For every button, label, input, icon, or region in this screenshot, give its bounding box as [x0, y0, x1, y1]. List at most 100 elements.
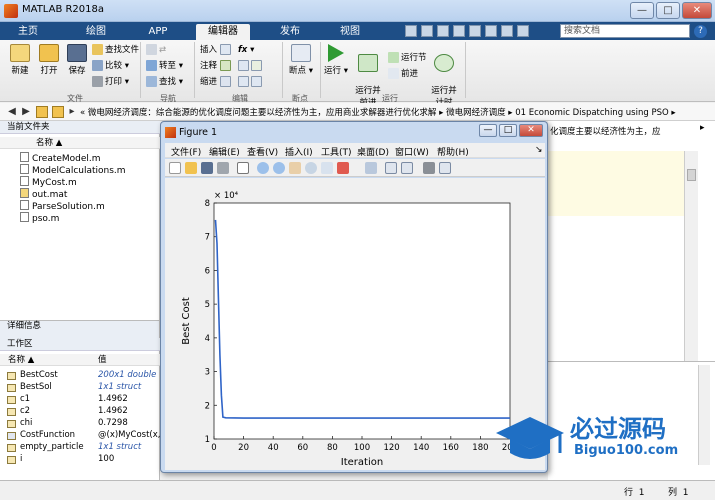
- plot-axes[interactable]: [213, 202, 511, 440]
- file-item[interactable]: CreateModel.m: [20, 152, 101, 164]
- tab-home[interactable]: 主页: [8, 24, 48, 40]
- workspace-row[interactable]: c1 1.4962: [0, 394, 160, 406]
- notification-icon[interactable]: ?: [694, 25, 707, 38]
- forward-arrow-icon[interactable]: ▶: [20, 106, 32, 118]
- tab-publish[interactable]: 发布: [270, 24, 310, 40]
- print-button[interactable]: 打印 ▾: [92, 76, 129, 89]
- workspace-row[interactable]: BestSol 1x1 struct: [0, 382, 160, 394]
- link-plot-icon[interactable]: [365, 162, 377, 174]
- rotate-3d-icon[interactable]: [305, 162, 317, 174]
- file-item[interactable]: pso.m: [20, 212, 59, 224]
- save-figure-icon[interactable]: [201, 162, 213, 174]
- zoom-in-icon[interactable]: [257, 162, 269, 174]
- file-item[interactable]: ModelCalculations.m: [20, 164, 126, 176]
- wrap-comment-button[interactable]: [238, 60, 264, 73]
- menu-window[interactable]: 窗口(W): [395, 145, 429, 158]
- undo-icon[interactable]: [469, 25, 481, 37]
- browse-folder-icon[interactable]: [52, 106, 64, 118]
- search-docs-input[interactable]: 搜索文档: [560, 24, 690, 38]
- insert-colorbar-icon[interactable]: [385, 162, 397, 174]
- folder-up-icon[interactable]: [36, 106, 48, 118]
- run-section-button[interactable]: 运行节: [388, 52, 427, 65]
- workspace-row[interactable]: c2 1.4962: [0, 406, 160, 418]
- name-column-header[interactable]: 名称 ▲: [8, 354, 34, 366]
- switch-windows-icon[interactable]: [501, 25, 513, 37]
- workspace-row[interactable]: i 100: [0, 454, 160, 466]
- workspace-row[interactable]: BestCost 200x1 double: [0, 370, 160, 382]
- editor-tab-title[interactable]: 化调度主要以经济性为主，应: [550, 125, 690, 137]
- back-arrow-icon[interactable]: ◀: [6, 106, 18, 118]
- menu-desktop[interactable]: 桌面(D): [357, 145, 389, 158]
- goto-button[interactable]: 转至 ▾: [146, 60, 183, 73]
- insert-button[interactable]: 插入: [200, 44, 233, 57]
- file-item[interactable]: MyCost.m: [20, 176, 77, 188]
- tab-apps[interactable]: APP: [138, 24, 178, 40]
- save-button[interactable]: 保存: [64, 44, 90, 76]
- show-plot-tools-icon[interactable]: [439, 162, 451, 174]
- find-button[interactable]: 查找 ▾: [146, 76, 183, 89]
- figure-close-button[interactable]: ✕: [519, 124, 543, 137]
- insert-legend-icon[interactable]: [401, 162, 413, 174]
- open-file-icon[interactable]: [185, 162, 197, 174]
- variable-value: 0.7298: [98, 418, 128, 428]
- run-and-time-button[interactable]: 运行并 计时: [430, 44, 458, 108]
- indent-button[interactable]: 缩进: [200, 76, 233, 89]
- breakpoints-button[interactable]: 断点 ▾: [288, 44, 314, 76]
- value-column-header[interactable]: 值: [98, 354, 107, 366]
- figure-minimize-button[interactable]: —: [479, 124, 497, 137]
- open-button[interactable]: 打开: [36, 44, 62, 76]
- advance-button[interactable]: 前进: [388, 68, 418, 81]
- brush-icon[interactable]: [337, 162, 349, 174]
- run-button[interactable]: 运行 ▾: [324, 44, 348, 76]
- file-item[interactable]: out.mat: [20, 188, 67, 200]
- editor-scrollbar[interactable]: [684, 151, 698, 361]
- copy-icon[interactable]: [437, 25, 449, 37]
- paste-icon[interactable]: [453, 25, 465, 37]
- print-figure-icon[interactable]: [217, 162, 229, 174]
- editor-tab-scroll-icon[interactable]: ▸: [700, 123, 705, 133]
- comment-button[interactable]: 注释: [200, 60, 233, 73]
- workspace-row[interactable]: chi 0.7298: [0, 418, 160, 430]
- minimize-button[interactable]: —: [630, 2, 654, 19]
- tab-view[interactable]: 视图: [330, 24, 370, 40]
- pan-hand-icon[interactable]: [289, 162, 301, 174]
- variable-value: @(x)MyCost(x,m: [98, 430, 160, 440]
- variable-name: BestSol: [20, 382, 52, 392]
- menu-file[interactable]: 文件(F): [171, 145, 201, 158]
- path-dropdown-icon[interactable]: ▸: [66, 106, 78, 118]
- data-cursor-icon[interactable]: [321, 162, 333, 174]
- smart-indent-button[interactable]: [238, 76, 264, 89]
- help-question-icon[interactable]: [517, 25, 529, 37]
- scrollbar-thumb[interactable]: [687, 169, 696, 181]
- menu-edit[interactable]: 编辑(E): [209, 145, 240, 158]
- hide-plot-tools-icon[interactable]: [423, 162, 435, 174]
- tab-editor[interactable]: 编辑器: [196, 24, 250, 40]
- close-button[interactable]: ✕: [682, 2, 712, 19]
- fx-button[interactable]: fx ▾: [238, 44, 254, 57]
- cut-icon[interactable]: [421, 25, 433, 37]
- figure-maximize-button[interactable]: □: [499, 124, 517, 137]
- compare-button[interactable]: 比较 ▾: [92, 60, 129, 73]
- redo-icon[interactable]: [485, 25, 497, 37]
- menu-dock-arrow-icon[interactable]: ↘: [535, 145, 543, 155]
- details-panel-header[interactable]: 详细信息: [0, 320, 160, 338]
- zoom-out-icon[interactable]: [273, 162, 285, 174]
- find-files-button[interactable]: 查找文件: [92, 44, 139, 57]
- edit-plot-arrow-icon[interactable]: [237, 162, 249, 174]
- folder-path[interactable]: « 微电网经济调度：综合能源的优化调度问题主要以经济性为主，应用商业求解器进行优…: [80, 106, 680, 118]
- workspace-row[interactable]: CostFunction @(x)MyCost(x,m: [0, 430, 160, 442]
- workspace-row[interactable]: empty_particle 1x1 struct: [0, 442, 160, 454]
- menu-view[interactable]: 查看(V): [247, 145, 278, 158]
- tab-plots[interactable]: 绘图: [76, 24, 116, 40]
- file-item[interactable]: ParseSolution.m: [20, 200, 105, 212]
- menu-help[interactable]: 帮助(H): [437, 145, 469, 158]
- name-column-header[interactable]: 名称 ▲: [0, 137, 160, 149]
- maximize-button[interactable]: □: [656, 2, 680, 19]
- menu-tools[interactable]: 工具(T): [321, 145, 352, 158]
- mat-file-icon: [20, 188, 29, 198]
- new-figure-icon[interactable]: [169, 162, 181, 174]
- save-icon[interactable]: [405, 25, 417, 37]
- back-forward-nav[interactable]: ⇄: [146, 44, 166, 57]
- menu-insert[interactable]: 插入(I): [285, 145, 313, 158]
- new-button[interactable]: 新建: [6, 44, 34, 76]
